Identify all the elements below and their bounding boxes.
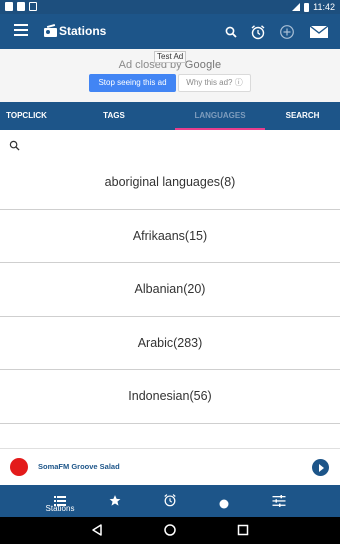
- notification-icon: [5, 2, 13, 11]
- battery-icon: [304, 2, 310, 12]
- status-bar: 11:42: [0, 0, 340, 14]
- star-icon: [109, 494, 122, 512]
- n-notification-icon: [29, 2, 37, 11]
- mail-icon[interactable]: [308, 22, 330, 42]
- why-this-ad-button[interactable]: Why this ad? ⓘ: [178, 74, 251, 92]
- app-title: Stations: [59, 24, 107, 38]
- list-item[interactable]: Albanian(20): [0, 263, 340, 317]
- tab-label: TAGS: [103, 111, 125, 120]
- nav-stations[interactable]: Stations: [32, 485, 88, 517]
- test-ad-label: Test Ad: [154, 51, 187, 63]
- recents-icon[interactable]: [236, 523, 250, 537]
- list-item-label: Arabic(283): [137, 335, 203, 350]
- tab-topclick[interactable]: TOPCLICK: [0, 102, 53, 130]
- tab-label: SEARCH: [285, 111, 320, 120]
- list-item-label: Indonesian(56): [128, 389, 212, 404]
- filter-row: [0, 130, 340, 154]
- language-list: aboriginal languages(8) Afrikaans(15) Al…: [0, 156, 340, 448]
- sd-card-icon: [17, 2, 25, 11]
- radio-icon: [44, 23, 57, 37]
- tab-label: TOPCLICK: [6, 111, 47, 120]
- nav-alarm[interactable]: [142, 485, 198, 517]
- nav-record[interactable]: [196, 485, 252, 517]
- search-icon[interactable]: [221, 22, 241, 42]
- list-item[interactable]: aboriginal languages(8): [0, 156, 340, 210]
- nav-favorites[interactable]: [87, 485, 143, 517]
- tab-languages[interactable]: LANGUAGES: [175, 102, 265, 130]
- list-item[interactable]: Arabic(283): [0, 317, 340, 370]
- list-item-label: aboriginal languages(8): [104, 175, 236, 190]
- signal-icon: [292, 3, 301, 11]
- play-button[interactable]: [312, 459, 329, 476]
- list-item-label: Afrikaans(15): [132, 228, 208, 243]
- stop-seeing-ad-button[interactable]: Stop seeing this ad: [89, 74, 176, 92]
- nav-label: Stations: [45, 504, 75, 513]
- system-navigation-bar: [0, 517, 340, 544]
- alarm-clock-icon[interactable]: [248, 22, 268, 42]
- list-item[interactable]: Afrikaans(15): [0, 210, 340, 263]
- tab-tags[interactable]: TAGS: [53, 102, 175, 130]
- google-logo: Google: [184, 59, 222, 71]
- app-bar: Stations: [0, 14, 340, 49]
- record-indicator-icon: [10, 458, 28, 476]
- equalizer-icon: [272, 494, 286, 512]
- now-playing-bar[interactable]: SomaFM Groove Salad: [0, 448, 340, 485]
- status-time: 11:42: [313, 2, 335, 12]
- tab-bar: TOPCLICK TAGS LANGUAGES SEARCH: [0, 102, 340, 130]
- list-item-label: Albanian(20): [134, 282, 206, 297]
- nav-settings[interactable]: [251, 485, 307, 517]
- ad-banner: Ad closed by Google Test Ad Stop seeing …: [0, 49, 340, 102]
- add-circle-icon[interactable]: [277, 22, 297, 42]
- back-icon[interactable]: [90, 523, 104, 537]
- record-icon: [219, 496, 229, 514]
- alarm-clock-icon: [163, 493, 177, 512]
- bottom-navigation: Stations: [0, 485, 340, 517]
- search-icon[interactable]: [9, 138, 20, 151]
- tab-label: LANGUAGES: [194, 111, 246, 120]
- menu-icon[interactable]: [14, 24, 28, 36]
- list-item[interactable]: Indonesian(56): [0, 370, 340, 424]
- list-item[interactable]: [0, 424, 340, 449]
- now-playing-station: SomaFM Groove Salad: [38, 462, 120, 471]
- home-icon[interactable]: [163, 523, 177, 537]
- tab-search[interactable]: SEARCH: [265, 102, 340, 130]
